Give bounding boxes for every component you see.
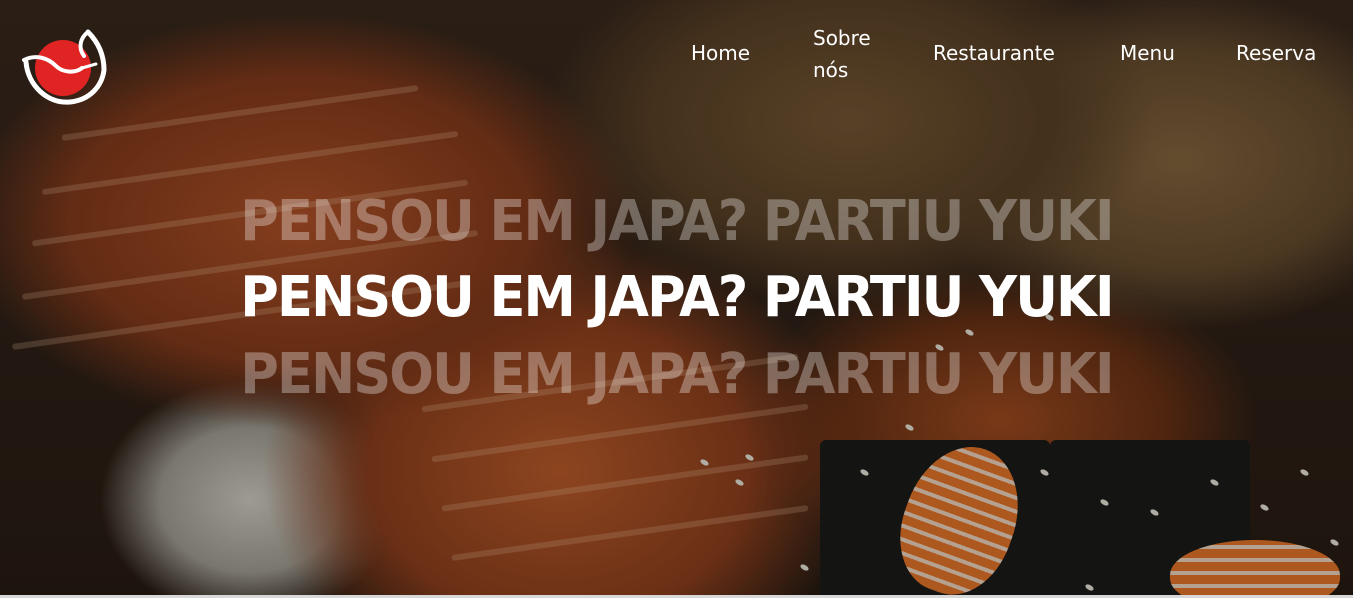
nav-menu[interactable]: Menu (1120, 37, 1175, 69)
koi-fish-logo-icon[interactable] (18, 24, 108, 106)
nav-restaurante[interactable]: Restaurante (933, 37, 1055, 69)
hero-headline-ghost-top: PENSOU EM JAPA? PARTIU YUKI (240, 189, 1114, 254)
hero-headline-ghost-bottom: PENSOU EM JAPA? PARTIU YUKI (240, 342, 1114, 407)
hero-headline: PENSOU EM JAPA? PARTIU YUKI (240, 265, 1114, 330)
nav-sobre-nos[interactable]: Sobre nós (813, 22, 883, 86)
nav-reserva[interactable]: Reserva (1236, 37, 1316, 69)
main-nav: Home Sobre nós Restaurante Menu Reserva (690, 22, 1353, 86)
hero-section: Home Sobre nós Restaurante Menu Reserva … (0, 0, 1353, 598)
nav-home[interactable]: Home (691, 37, 750, 69)
